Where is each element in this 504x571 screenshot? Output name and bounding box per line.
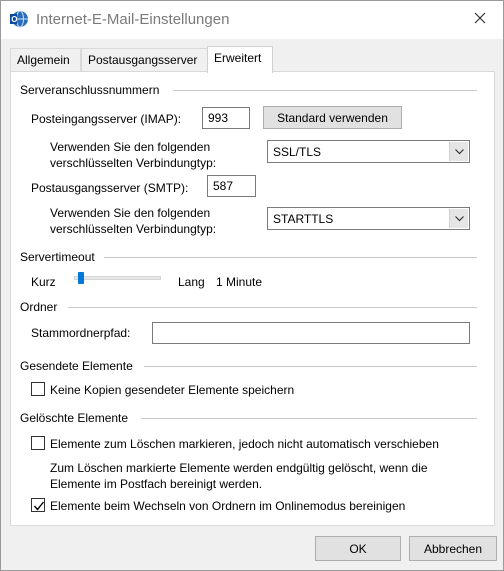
- divider: [68, 307, 477, 308]
- timeout-slider[interactable]: [74, 276, 161, 280]
- imap-encryption-label-line1: Verwenden Sie den folgenden: [50, 140, 211, 154]
- section-title-deleted-items: Gelöschte Elemente: [20, 411, 129, 425]
- no-copies-label[interactable]: Keine Kopien gesendeter Elemente speiche…: [50, 382, 294, 398]
- no-copies-checkbox[interactable]: [31, 382, 45, 396]
- root-folder-input[interactable]: [152, 322, 470, 344]
- section-title-timeout: Servertimeout: [20, 250, 95, 264]
- tab-advanced[interactable]: Erweitert: [207, 46, 273, 73]
- smtp-encryption-label-line1: Verwenden Sie den folgenden: [50, 206, 211, 220]
- divider: [144, 366, 477, 367]
- ok-button[interactable]: OK: [315, 536, 401, 561]
- mark-for-deletion-label[interactable]: Elemente zum Löschen markieren, jedoch n…: [50, 436, 439, 452]
- cancel-button[interactable]: Abbrechen: [409, 536, 497, 561]
- deletion-info-line2: Elemente im Postfach bereinigt werden.: [50, 477, 263, 491]
- divider: [141, 418, 477, 419]
- imap-encryption-value: SSL/TLS: [273, 145, 322, 159]
- section-title-sent-items: Gesendete Elemente: [20, 359, 133, 373]
- purge-label[interactable]: Elemente beim Wechseln von Ordnern im On…: [50, 498, 405, 514]
- imap-encryption-select[interactable]: SSL/TLS: [267, 140, 470, 163]
- section-title-server-ports: Serveranschlussnummern: [20, 83, 160, 97]
- chevron-down-icon: [449, 142, 468, 161]
- advanced-panel: Serveranschlussnummern Posteingangsserve…: [10, 71, 495, 526]
- smtp-encryption-label-line2: verschlüsselten Verbindungtyp:: [50, 222, 217, 236]
- svg-text:O: O: [11, 15, 17, 24]
- timeout-long-label: Lang: [178, 275, 205, 289]
- title-bar: O Internet-E-Mail-Einstellungen: [1, 1, 503, 39]
- purge-checkbox[interactable]: [31, 498, 45, 512]
- dialog-title: Internet-E-Mail-Einstellungen: [36, 11, 230, 28]
- root-folder-label: Stammordnerpfad:: [31, 326, 131, 340]
- imap-encryption-label-line2: verschlüsselten Verbindungtyp:: [50, 156, 217, 170]
- tab-general[interactable]: Allgemein: [10, 48, 81, 72]
- use-default-button[interactable]: Standard verwenden: [263, 106, 402, 129]
- imap-port-input[interactable]: 993: [202, 107, 250, 129]
- divider: [104, 257, 477, 258]
- section-title-folders: Ordner: [20, 300, 58, 314]
- chevron-down-icon: [449, 209, 468, 228]
- mark-for-deletion-checkbox[interactable]: [31, 436, 45, 450]
- settings-dialog: O Internet-E-Mail-Einstellungen Allgemei…: [0, 0, 504, 571]
- divider: [173, 90, 477, 91]
- close-button[interactable]: [463, 5, 497, 33]
- tab-outgoing-server[interactable]: Postausgangsserver: [81, 48, 208, 72]
- smtp-port-input[interactable]: 587: [207, 175, 256, 197]
- timeout-short-label: Kurz: [31, 275, 56, 289]
- timeout-slider-thumb[interactable]: [78, 272, 85, 284]
- checkmark-icon: [33, 501, 45, 511]
- outlook-globe-icon: O: [10, 9, 30, 29]
- timeout-value: 1 Minute: [216, 275, 263, 289]
- smtp-encryption-value: STARTTLS: [273, 212, 334, 226]
- imap-port-label: Posteingangsserver (IMAP):: [31, 112, 182, 126]
- smtp-port-label: Postausgangsserver (SMTP):: [31, 181, 189, 195]
- deletion-info-line1: Zum Löschen markierte Elemente werden en…: [50, 461, 428, 475]
- smtp-encryption-select[interactable]: STARTTLS: [267, 207, 470, 230]
- close-icon: [474, 12, 486, 27]
